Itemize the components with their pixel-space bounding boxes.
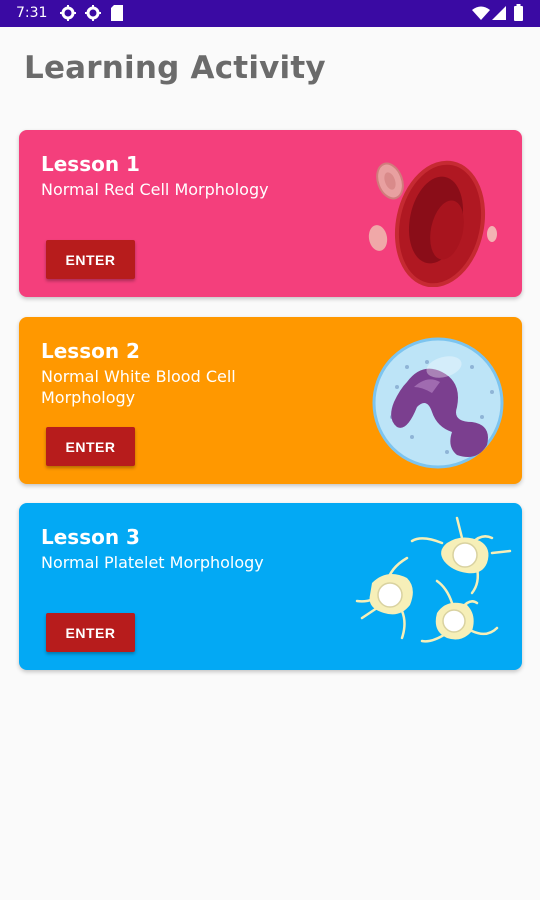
lesson-title: Lesson 3 [41, 525, 140, 549]
lesson-subtitle: Normal White Blood Cell Morphology [41, 367, 236, 407]
enter-button[interactable]: ENTER [46, 240, 135, 279]
lesson-card-3: Lesson 3 Normal Platelet Morphology ENTE… [19, 503, 522, 670]
lesson-title: Lesson 1 [41, 152, 140, 176]
page-title: Learning Activity [24, 50, 326, 86]
lesson-subtitle: Normal Red Cell Morphology [41, 180, 269, 199]
wifi-icon [472, 6, 490, 20]
status-time: 7:31 [16, 5, 48, 21]
lesson-title: Lesson 2 [41, 339, 140, 363]
platelet-icon [355, 516, 512, 643]
lesson-card-2: Lesson 2 Normal White Blood Cell Morphol… [19, 317, 522, 484]
red-blood-cell-icon [368, 160, 497, 287]
gear-icon [60, 5, 76, 21]
gear-icon [85, 5, 101, 21]
sd-card-icon [111, 5, 123, 21]
status-bar: 7:31 [0, 0, 540, 27]
lesson-card-1: Lesson 1 Normal Red Cell Morphology ENTE… [19, 130, 522, 297]
white-blood-cell-icon [372, 337, 504, 469]
battery-icon [514, 4, 523, 21]
lesson-subtitle: Normal Platelet Morphology [41, 553, 264, 572]
enter-button[interactable]: ENTER [46, 613, 135, 652]
signal-icon [492, 6, 506, 20]
enter-button[interactable]: ENTER [46, 427, 135, 466]
